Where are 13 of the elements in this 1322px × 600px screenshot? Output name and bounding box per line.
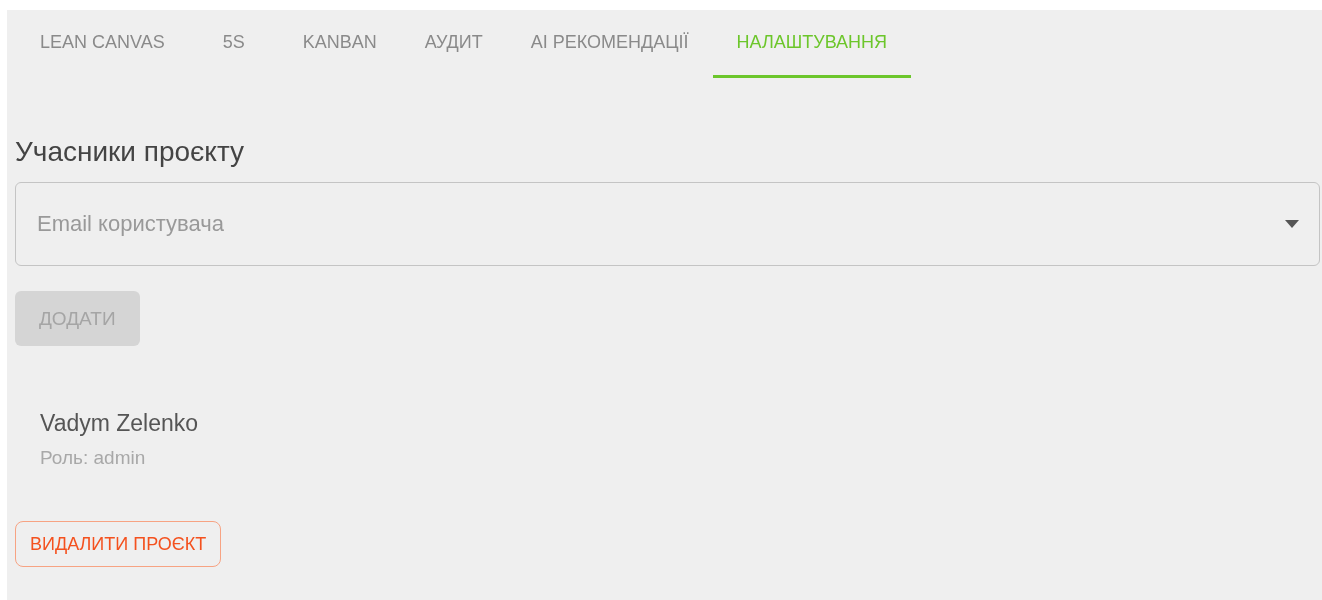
tab[interactable]: AI РЕКОМЕНДАЦІЇ <box>506 10 713 78</box>
dropdown-caret-icon <box>1285 220 1299 228</box>
placeholder: Email користувача <box>37 211 224 237</box>
tab[interactable]: LEAN CANVAS <box>16 10 189 78</box>
tab[interactable]: АУДИТ <box>400 10 507 78</box>
tab[interactable]: НАЛАШТУВАННЯ <box>712 10 912 78</box>
tab[interactable]: KANBAN <box>278 10 401 78</box>
delete-project-button[interactable]: ВИДАЛИТИ ПРОЄКТ <box>15 521 222 567</box>
section-title: Учасники проєкту <box>15 136 245 168</box>
email-select[interactable]: Email користувача <box>15 182 1320 266</box>
member-role: Роль: admin <box>40 447 147 469</box>
tab[interactable]: 5S <box>188 10 279 78</box>
member-name: Vadym Zelenko <box>40 410 199 437</box>
